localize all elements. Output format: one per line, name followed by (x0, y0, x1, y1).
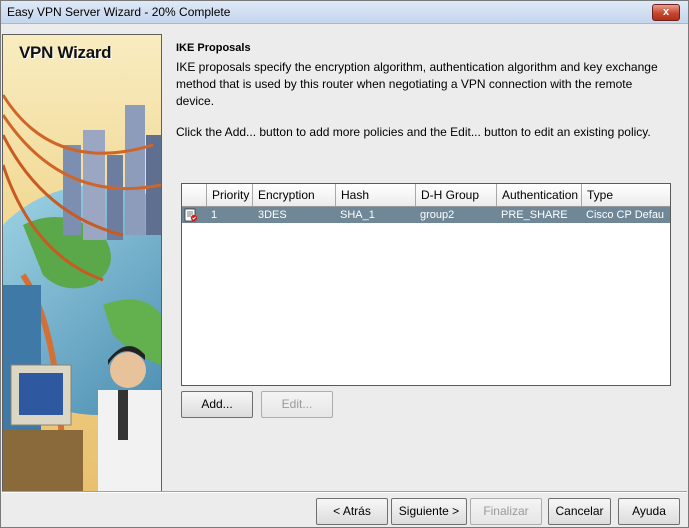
section-heading: IKE Proposals (176, 42, 251, 54)
next-button[interactable]: Siguiente > (391, 498, 467, 525)
city-network-illustration (3, 35, 161, 491)
column-header-authentication[interactable]: Authentication (497, 184, 582, 206)
wizard-title: VPN Wizard (19, 43, 112, 62)
help-button[interactable]: Ayuda (618, 498, 680, 525)
table-header: Priority Encryption Hash D-H Group Authe… (182, 184, 670, 207)
edit-button[interactable]: Edit... (261, 391, 333, 418)
ike-proposals-table[interactable]: Priority Encryption Hash D-H Group Authe… (181, 183, 671, 386)
policy-icon (184, 208, 198, 222)
footer-divider (2, 491, 687, 493)
title-bar: Easy VPN Server Wizard - 20% Complete x (1, 1, 688, 24)
add-button[interactable]: Add... (181, 391, 253, 418)
cell-authentication: PRE_SHARE (501, 209, 568, 221)
cell-dh-group: group2 (420, 209, 455, 221)
column-header-type[interactable]: Type (582, 184, 670, 206)
table-row[interactable]: 1 3DES SHA_1 group2 PRE_SHARE Cisco CP D… (182, 207, 670, 223)
back-button[interactable]: < Atrás (316, 498, 388, 525)
section-hint: Click the Add... button to add more poli… (176, 125, 651, 139)
close-icon: x (662, 6, 670, 18)
section-description: IKE proposals specify the encryption alg… (176, 60, 658, 108)
cell-encryption: 3DES (258, 209, 287, 221)
cancel-button[interactable]: Cancelar (548, 498, 611, 525)
close-button[interactable]: x (652, 4, 680, 21)
wizard-illustration: VPN Wizard (2, 34, 162, 492)
column-header-encryption[interactable]: Encryption (253, 184, 336, 206)
cell-type: Cisco CP Defau (586, 209, 665, 221)
wizard-window: Easy VPN Server Wizard - 20% Complete x (0, 0, 689, 528)
column-header-icon[interactable] (182, 184, 207, 206)
window-title: Easy VPN Server Wizard - 20% Complete (7, 5, 231, 19)
finish-button[interactable]: Finalizar (470, 498, 542, 525)
column-header-hash[interactable]: Hash (336, 184, 416, 206)
column-header-dh-group[interactable]: D-H Group (416, 184, 497, 206)
cell-priority: 1 (211, 209, 218, 221)
cell-hash: SHA_1 (340, 209, 375, 221)
column-header-priority[interactable]: Priority (207, 184, 253, 206)
wizard-body: VPN Wizard IKE Proposals IKE proposals s… (2, 24, 687, 526)
